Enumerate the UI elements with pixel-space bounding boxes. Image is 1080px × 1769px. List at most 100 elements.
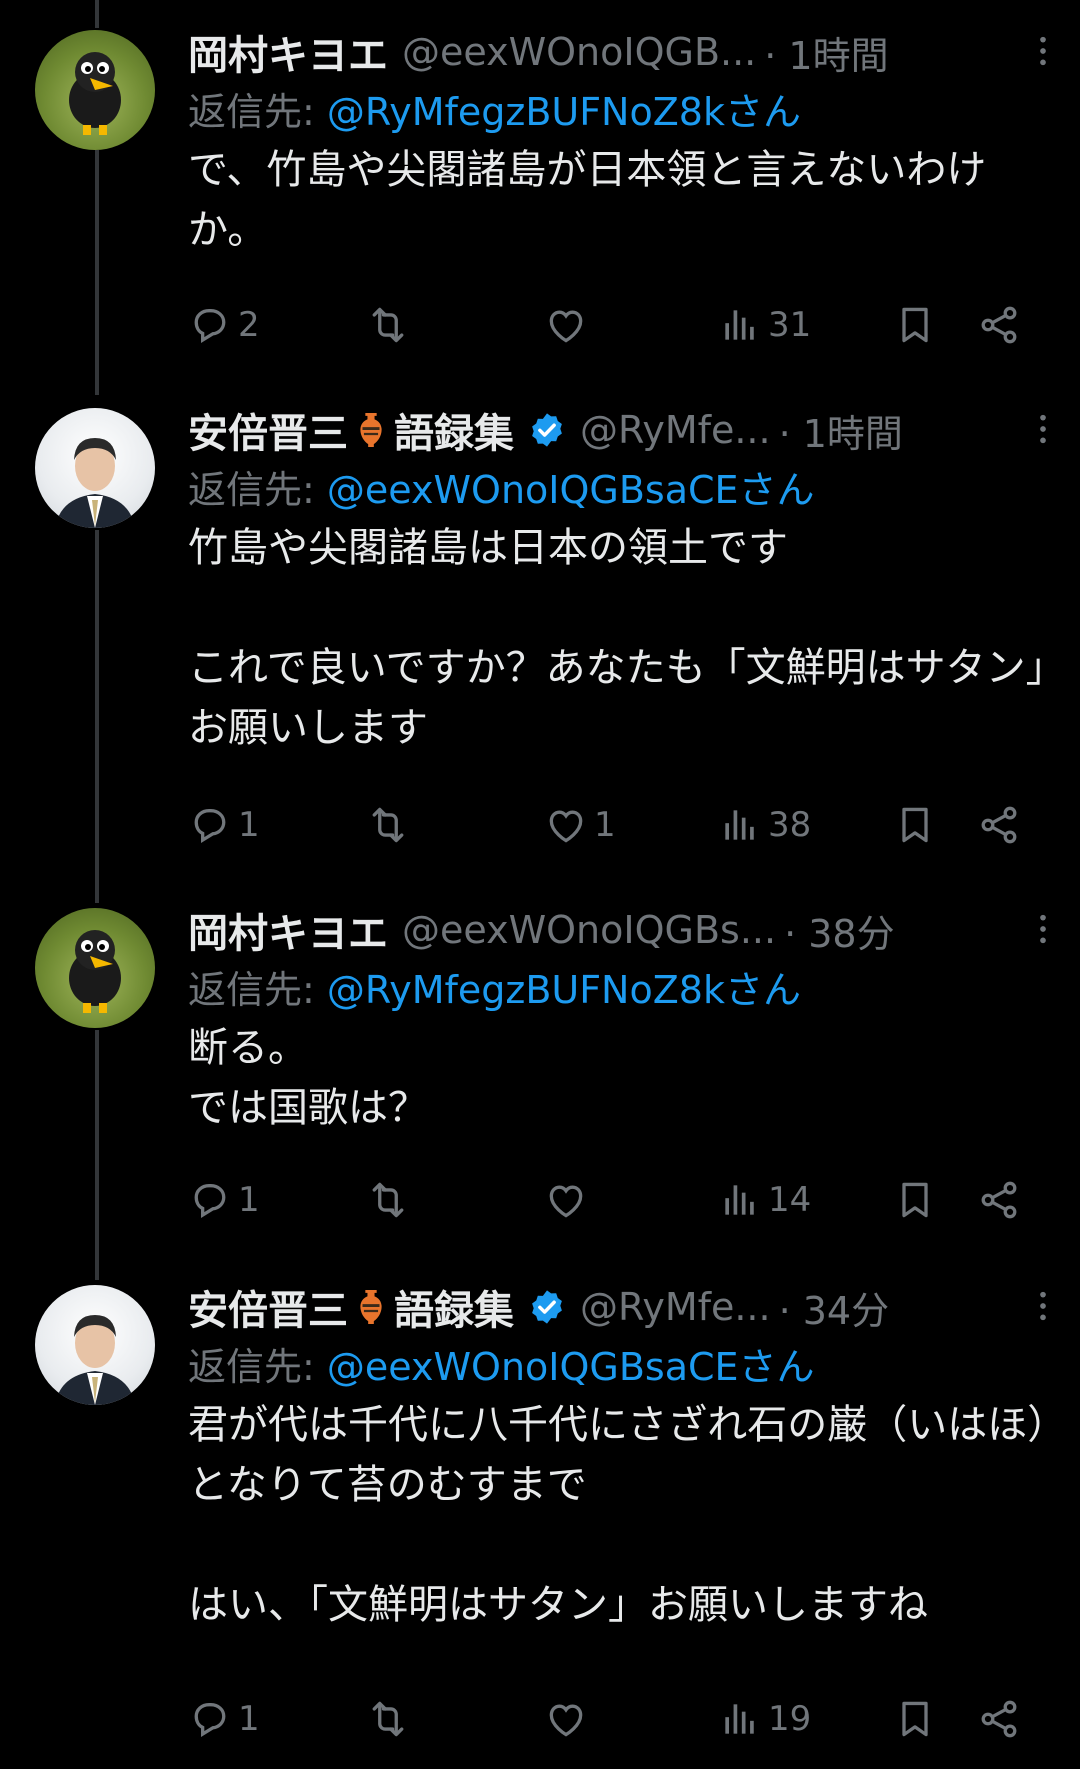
heart-icon	[544, 1697, 588, 1741]
tweet-header: 岡村キヨエ @eexWOnoIQGBs... · 38分	[188, 898, 1060, 962]
bookmark-button[interactable]	[893, 1697, 937, 1741]
reply-to-label: 返信先:	[188, 1345, 327, 1389]
more-icon[interactable]	[1026, 412, 1060, 446]
tweet-text: 断る。 では国歌は？	[188, 1025, 428, 1131]
views-button[interactable]: 19	[718, 1697, 811, 1741]
author-name[interactable]: 岡村キヨエ	[188, 23, 388, 81]
share-button[interactable]	[977, 803, 1021, 847]
reply-icon	[188, 303, 232, 347]
retweet-icon	[366, 1178, 410, 1222]
timestamp[interactable]: · 34分	[779, 1280, 890, 1335]
share-icon	[977, 303, 1021, 347]
views-icon	[718, 303, 762, 347]
heart-icon	[544, 803, 588, 847]
author-name-suffix[interactable]: 語録集	[394, 1278, 514, 1336]
bookmark-button[interactable]	[893, 803, 937, 847]
reply-mention-link[interactable]: @eexWOnoIQGBsaCEさん	[327, 1345, 815, 1389]
reply-mention-link[interactable]: @RyMfegzBUFNoZ8kさん	[327, 968, 801, 1012]
more-icon[interactable]	[1026, 1289, 1060, 1323]
thread-line	[95, 1030, 99, 1280]
share-icon	[977, 803, 1021, 847]
action-bar: 1 19	[188, 1697, 1080, 1747]
reply-icon	[188, 803, 232, 847]
views-button[interactable]: 31	[718, 303, 811, 347]
view-count: 14	[768, 1180, 812, 1220]
retweet-button[interactable]	[366, 1178, 416, 1222]
more-icon[interactable]	[1026, 34, 1060, 68]
author-handle[interactable]: @eexWOnoIQGB...	[402, 30, 756, 74]
bookmark-button[interactable]	[893, 303, 937, 347]
tweet-header: 岡村キヨエ @eexWOnoIQGB... · 1時間	[188, 20, 1060, 84]
view-count: 38	[768, 805, 812, 845]
bookmark-icon	[893, 803, 937, 847]
like-count: 1	[594, 805, 616, 845]
reply-to-label: 返信先:	[188, 90, 327, 134]
reply-button[interactable]: 1	[188, 1697, 260, 1741]
crow-figurine-image	[69, 930, 121, 1013]
tweet-header: 安倍晋三 語録集 @RyMfe... · 1時間	[188, 398, 1060, 462]
thread-line	[95, 150, 99, 395]
author-handle[interactable]: @RyMfe...	[580, 408, 771, 452]
heart-icon	[544, 1178, 588, 1222]
avatar[interactable]	[35, 30, 155, 150]
avatar[interactable]	[35, 908, 155, 1028]
views-icon	[718, 1178, 762, 1222]
views-icon	[718, 1697, 762, 1741]
author-name-suffix[interactable]: 語録集	[394, 401, 514, 459]
portrait-image	[55, 1315, 135, 1405]
reply-to-label: 返信先:	[188, 968, 327, 1012]
bookmark-button[interactable]	[893, 1178, 937, 1222]
share-icon	[977, 1178, 1021, 1222]
retweet-button[interactable]	[366, 303, 416, 347]
reply-icon	[188, 1697, 232, 1741]
reply-mention-link[interactable]: @RyMfegzBUFNoZ8kさん	[327, 90, 801, 134]
reply-to: 返信先: @eexWOnoIQGBsaCEさん	[188, 462, 1060, 518]
timestamp[interactable]: · 1時間	[764, 25, 888, 80]
avatar[interactable]	[35, 408, 155, 528]
author-name[interactable]: 安倍晋三	[188, 401, 348, 459]
like-button[interactable]	[544, 303, 594, 347]
more-icon[interactable]	[1026, 912, 1060, 946]
view-count: 31	[768, 305, 812, 345]
author-name[interactable]: 安倍晋三	[188, 1278, 348, 1336]
amphora-icon	[354, 1287, 388, 1327]
reply-icon	[188, 1178, 232, 1222]
bookmark-icon	[893, 1178, 937, 1222]
author-handle[interactable]: @eexWOnoIQGBs...	[402, 908, 776, 952]
views-button[interactable]: 38	[718, 803, 811, 847]
reply-button[interactable]: 1	[188, 1178, 260, 1222]
author-name[interactable]: 岡村キヨエ	[188, 901, 388, 959]
avatar[interactable]	[35, 1285, 155, 1405]
tweet-header: 安倍晋三 語録集 @RyMfe... · 34分	[188, 1275, 1060, 1339]
views-icon	[718, 803, 762, 847]
reply-button[interactable]: 1	[188, 803, 260, 847]
reply-button[interactable]: 2	[188, 303, 260, 347]
thread-line	[95, 0, 99, 28]
timestamp[interactable]: · 1時間	[779, 403, 903, 458]
verified-badge-icon[interactable]	[528, 1288, 566, 1326]
reply-to: 返信先: @RyMfegzBUFNoZ8kさん	[188, 962, 1060, 1018]
reply-mention-link[interactable]: @eexWOnoIQGBsaCEさん	[327, 468, 815, 512]
verified-badge-icon[interactable]	[528, 411, 566, 449]
retweet-button[interactable]	[366, 1697, 416, 1741]
like-button[interactable]: 1	[544, 803, 616, 847]
share-button[interactable]	[977, 1697, 1021, 1741]
reply-to: 返信先: @RyMfegzBUFNoZ8kさん	[188, 84, 1060, 140]
reply-count: 1	[238, 805, 260, 845]
like-button[interactable]	[544, 1178, 594, 1222]
timestamp[interactable]: · 38分	[784, 903, 895, 958]
share-button[interactable]	[977, 1178, 1021, 1222]
bookmark-icon	[893, 1697, 937, 1741]
share-button[interactable]	[977, 303, 1021, 347]
like-button[interactable]	[544, 1697, 594, 1741]
reply-to: 返信先: @eexWOnoIQGBsaCEさん	[188, 1339, 1060, 1395]
share-icon	[977, 1697, 1021, 1741]
views-button[interactable]: 14	[718, 1178, 811, 1222]
retweet-icon	[366, 303, 410, 347]
author-handle[interactable]: @RyMfe...	[580, 1285, 771, 1329]
tweet-text: 竹島や尖閣諸島は日本の領土です これで良いですか？あなたも「文鮮明はサタン」お願…	[188, 525, 1046, 751]
retweet-button[interactable]	[366, 803, 416, 847]
tweet-text: で、竹島や尖閣諸島が日本領と言えないわけか。	[188, 147, 987, 253]
action-bar: 2 31	[188, 303, 1080, 353]
bookmark-icon	[893, 303, 937, 347]
